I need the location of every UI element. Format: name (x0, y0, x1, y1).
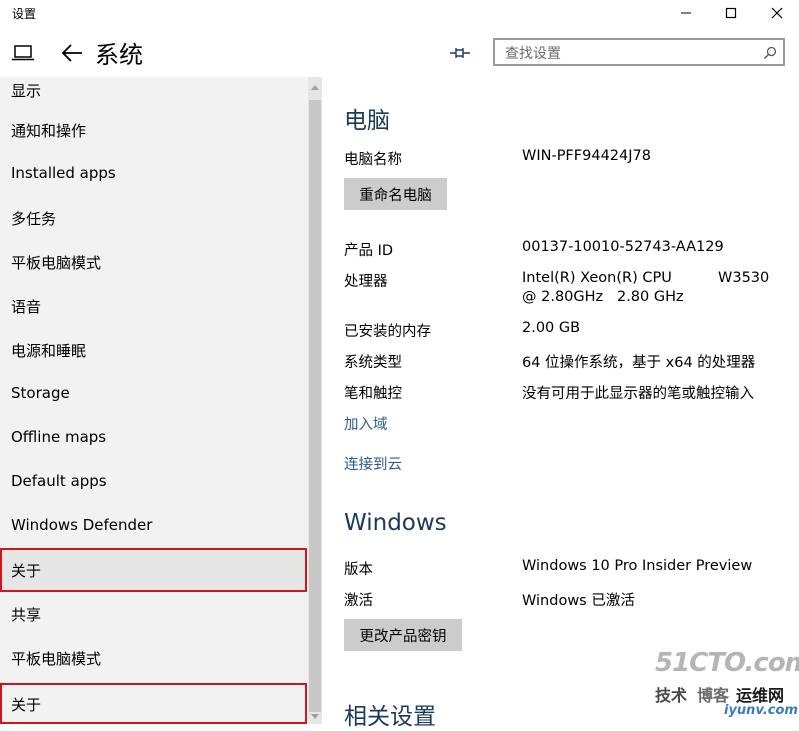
sidebar-item-about-2[interactable]: 关于 (0, 683, 307, 724)
rename-pc-button[interactable]: 重命名电脑 (344, 178, 447, 210)
pc-name-label: 电脑名称 (344, 152, 402, 168)
sidebar-item-label: 显示 (11, 82, 42, 100)
product-id-label: 产品 ID (344, 243, 394, 259)
edition-value: Windows 10 Pro Insider Preview (522, 558, 753, 574)
system-laptop-icon (10, 42, 36, 64)
maximize-button[interactable] (709, 0, 753, 26)
chevron-up-icon (311, 85, 319, 90)
page-title: 系统 (95, 41, 143, 69)
sidebar-item-label: 多任务 (11, 210, 57, 228)
pin-icon (450, 48, 470, 58)
scroll-up-button[interactable] (309, 80, 321, 94)
sidebar-item-about[interactable]: 关于 (0, 548, 307, 592)
sidebar-item-tablet-mode[interactable]: 平板电脑模式 (0, 240, 307, 284)
join-domain-link[interactable]: 加入域 (344, 413, 388, 434)
edition-label: 版本 (344, 562, 373, 578)
sidebar-item-tablet-mode-2[interactable]: 平板电脑模式 (0, 636, 307, 680)
pin-to-start-button[interactable] (446, 40, 474, 66)
pc-name-value: WIN-PFF94424J78 (522, 148, 651, 164)
sidebar: 显示 通知和操作 Installed apps 多任务 平板电脑模式 语音 电源… (0, 77, 322, 724)
sidebar-item-power-sleep[interactable]: 电源和睡眠 (0, 328, 307, 372)
sidebar-item-display[interactable]: 显示 (0, 77, 307, 112)
sidebar-item-speech[interactable]: 语音 (0, 284, 307, 328)
maximize-icon (725, 7, 737, 19)
sidebar-item-windows-defender[interactable]: Windows Defender (0, 504, 307, 548)
sidebar-item-label: Offline maps (11, 428, 107, 446)
system-type-label: 系统类型 (344, 355, 402, 371)
sidebar-item-label: 关于 (11, 696, 42, 714)
connect-cloud-link[interactable]: 连接到云 (344, 453, 402, 474)
minimize-button[interactable] (664, 0, 708, 26)
close-icon (771, 7, 783, 19)
sidebar-item-label: 关于 (11, 562, 42, 580)
window-title: 设置 (12, 7, 37, 21)
sidebar-item-multitasking[interactable]: 多任务 (0, 196, 307, 240)
pen-touch-value: 没有可用于此显示器的笔或触控输入 (522, 386, 754, 402)
sidebar-item-label: 电源和睡眠 (11, 342, 87, 360)
activation-value: Windows 已激活 (522, 593, 635, 609)
pen-touch-label: 笔和触控 (344, 386, 402, 402)
sidebar-item-installed-apps[interactable]: Installed apps (0, 152, 307, 196)
chevron-down-icon (311, 714, 319, 719)
sidebar-item-default-apps[interactable]: Default apps (0, 460, 307, 504)
watermark-iyunv: iyunv.com (724, 703, 798, 718)
related-settings-title: 相关设置 (344, 704, 436, 730)
search-input[interactable] (503, 44, 757, 64)
windows-section-title: Windows (344, 510, 447, 536)
processor-label: 处理器 (344, 274, 388, 290)
system-type-value: 64 位操作系统，基于 x64 的处理器 (522, 355, 756, 371)
activation-label: 激活 (344, 593, 373, 609)
processor-value-line2: @ 2.80GHz 2.80 GHz (522, 289, 684, 305)
processor-value-model: W3530 (718, 270, 770, 286)
sidebar-item-offline-maps[interactable]: Offline maps (0, 416, 307, 460)
ram-value: 2.00 GB (522, 320, 581, 336)
sidebar-item-label: 平板电脑模式 (11, 650, 102, 668)
search-box[interactable] (493, 38, 785, 66)
processor-value-line1: Intel(R) Xeon(R) CPU (522, 270, 672, 286)
sidebar-item-share[interactable]: 共享 (0, 592, 307, 636)
search-icon[interactable] (763, 46, 777, 60)
watermark-51cto: 51CTO.com (655, 648, 799, 678)
watermark-tech: 技术 (655, 686, 688, 705)
scroll-down-button[interactable] (309, 710, 321, 724)
change-product-key-button[interactable]: 更改产品密钥 (344, 619, 462, 651)
product-id-value: 00137-10010-52743-AA129 (522, 239, 724, 255)
sidebar-item-storage[interactable]: Storage (0, 372, 307, 416)
ram-label: 已安装的内存 (344, 324, 431, 340)
sidebar-item-label: 平板电脑模式 (11, 254, 102, 272)
sidebar-item-label: Default apps (11, 472, 107, 490)
close-button[interactable] (755, 0, 799, 26)
minimize-icon (681, 12, 691, 14)
sidebar-item-label: 语音 (11, 298, 42, 316)
sidebar-item-label: Storage (11, 384, 70, 402)
sidebar-item-notifications[interactable]: 通知和操作 (0, 108, 307, 152)
sidebar-item-label: 共享 (11, 606, 42, 624)
sidebar-item-label: 通知和操作 (11, 122, 87, 140)
pc-section-title: 电脑 (344, 108, 390, 134)
sidebar-item-label: Windows Defender (11, 516, 153, 534)
scrollbar-thumb[interactable] (309, 100, 321, 712)
back-button[interactable] (58, 40, 86, 66)
sidebar-item-label: Installed apps (11, 164, 116, 182)
back-arrow-icon (61, 44, 82, 62)
